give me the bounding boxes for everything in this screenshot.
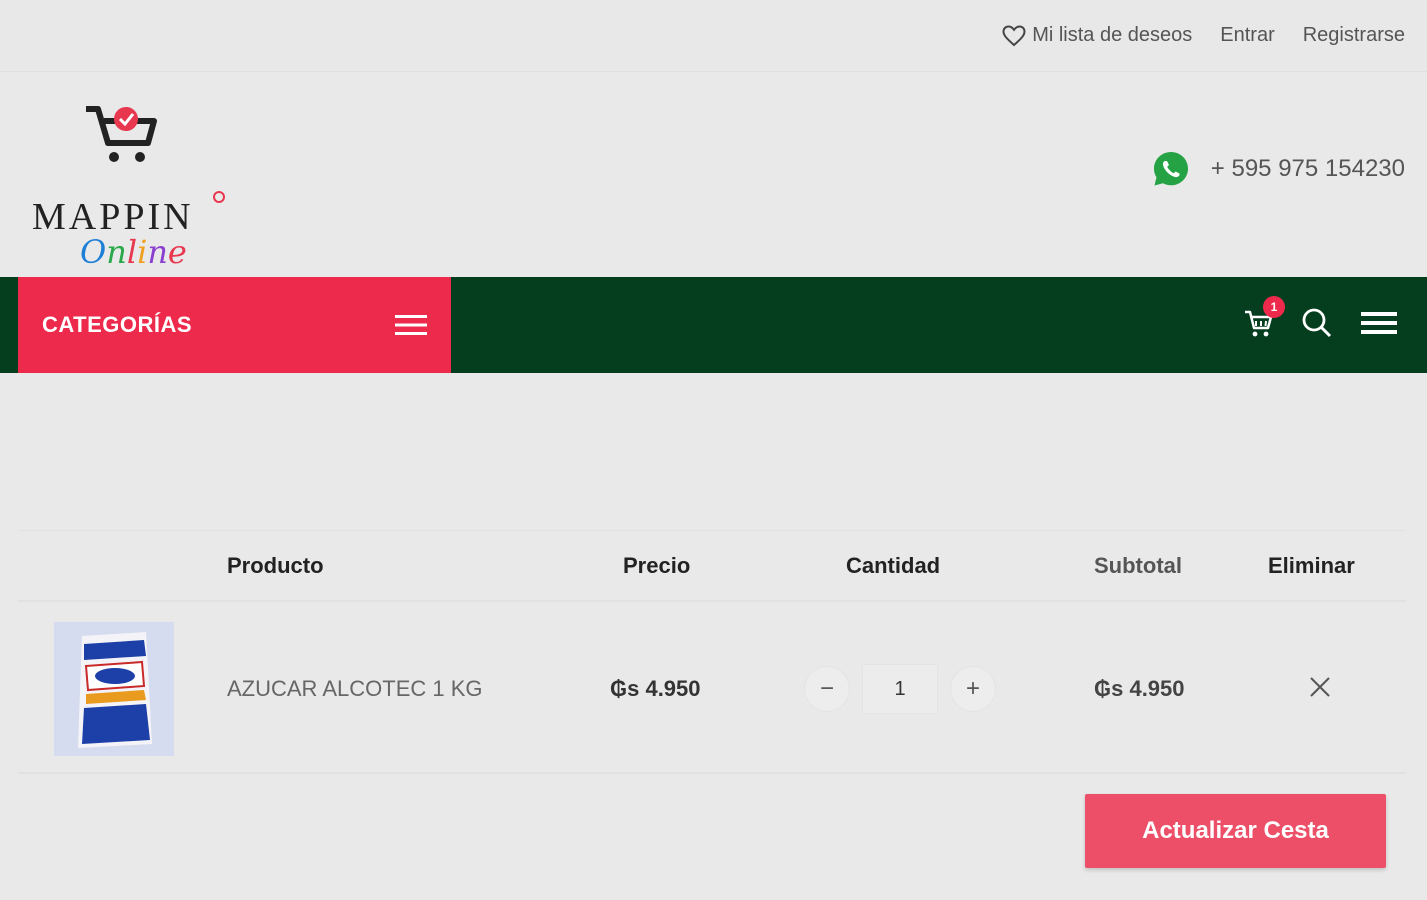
- cart-count-badge: 1: [1263, 295, 1285, 318]
- phone-number: + 595 975 154230: [1210, 155, 1405, 182]
- header-subtotal: Subtotal: [1094, 553, 1182, 578]
- remove-item-icon[interactable]: [1308, 675, 1332, 699]
- main-menu-button[interactable]: [1361, 309, 1397, 342]
- product-thumbnail[interactable]: [54, 622, 174, 756]
- phone-contact[interactable]: + 595 975 154230: [1151, 149, 1405, 189]
- header-price: Precio: [623, 553, 691, 578]
- product-name-link[interactable]: AZUCAR ALCOTEC 1 KG: [227, 676, 483, 702]
- wishlist-label: Mi lista de deseos: [1032, 24, 1193, 46]
- login-link[interactable]: Entrar: [1220, 24, 1274, 47]
- logo-script: Online: [80, 233, 187, 271]
- search-icon: [1302, 308, 1332, 337]
- main-navbar: CATEGORÍAS 1: [0, 277, 1427, 373]
- nav-icon-group: 1: [1243, 277, 1397, 373]
- hamburger-menu-icon: [1361, 311, 1397, 334]
- cart-table-header: Producto Precio Cantidad Subtotal Elimin…: [18, 530, 1406, 602]
- categories-button[interactable]: CATEGORÍAS: [18, 277, 451, 373]
- table-row: AZUCAR ALCOTEC 1 KG ₲s 4.950 − + ₲s 4.95…: [18, 602, 1406, 774]
- product-price: ₲s 4.950: [610, 676, 701, 701]
- update-cart-button[interactable]: Actualizar Cesta: [1085, 794, 1386, 868]
- categories-menu-icon: [395, 315, 427, 335]
- categories-label: CATEGORÍAS: [42, 312, 193, 337]
- product-subtotal: ₲s 4.950: [1094, 676, 1185, 701]
- quantity-decrement-button[interactable]: −: [804, 666, 850, 712]
- heart-icon: [1002, 24, 1026, 46]
- cart-logo-icon: [86, 106, 157, 162]
- top-links: Mi lista de deseos Entrar Registrarse: [1002, 24, 1405, 47]
- sugar-package-image: [54, 622, 174, 756]
- top-bar: Mi lista de deseos Entrar Registrarse: [0, 0, 1427, 72]
- header-remove: Eliminar: [1268, 553, 1355, 578]
- header-product: Producto: [227, 553, 324, 578]
- header-quantity: Cantidad: [846, 553, 941, 578]
- mappin-logo[interactable]: MAPPIN Online: [30, 103, 240, 271]
- site-header: MAPPIN Online + 595 975 154230: [0, 73, 1427, 277]
- cart-button[interactable]: 1: [1243, 295, 1285, 343]
- quantity-increment-button[interactable]: +: [950, 666, 996, 712]
- cart-table: Producto Precio Cantidad Subtotal Elimin…: [18, 530, 1406, 774]
- registered-mark: [213, 191, 225, 203]
- wishlist-link[interactable]: Mi lista de deseos: [1002, 24, 1192, 47]
- quantity-input[interactable]: [862, 664, 938, 714]
- quantity-stepper: − +: [804, 664, 996, 714]
- register-link[interactable]: Registrarse: [1303, 24, 1405, 47]
- search-button[interactable]: [1301, 307, 1333, 344]
- whatsapp-icon: [1153, 152, 1188, 186]
